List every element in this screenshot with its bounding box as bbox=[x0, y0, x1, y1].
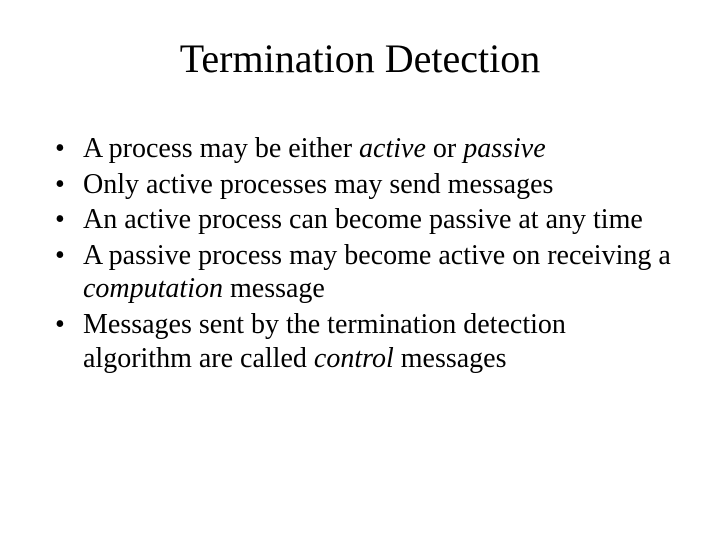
text-segment: active bbox=[359, 133, 426, 164]
text-segment: An active process can become passive at … bbox=[83, 204, 643, 235]
text-segment: control bbox=[314, 343, 394, 374]
text-segment: Only active processes may send messages bbox=[83, 169, 553, 200]
bullet-list: A process may be either active or passiv… bbox=[40, 132, 680, 375]
text-segment: or bbox=[426, 133, 463, 164]
text-segment: computation bbox=[83, 273, 223, 304]
bullet-item: A process may be either active or passiv… bbox=[55, 132, 680, 166]
text-segment: passive bbox=[463, 133, 545, 164]
bullet-item: A passive process may become active on r… bbox=[55, 239, 680, 306]
slide-title: Termination Detection bbox=[40, 35, 680, 82]
bullet-item: An active process can become passive at … bbox=[55, 203, 680, 237]
text-segment: A passive process may become active on r… bbox=[83, 240, 671, 271]
bullet-item: Only active processes may send messages bbox=[55, 168, 680, 202]
text-segment: A process may be either bbox=[83, 133, 359, 164]
bullet-item: Messages sent by the termination detecti… bbox=[55, 308, 680, 375]
text-segment: message bbox=[223, 273, 325, 304]
text-segment: messages bbox=[394, 343, 507, 374]
